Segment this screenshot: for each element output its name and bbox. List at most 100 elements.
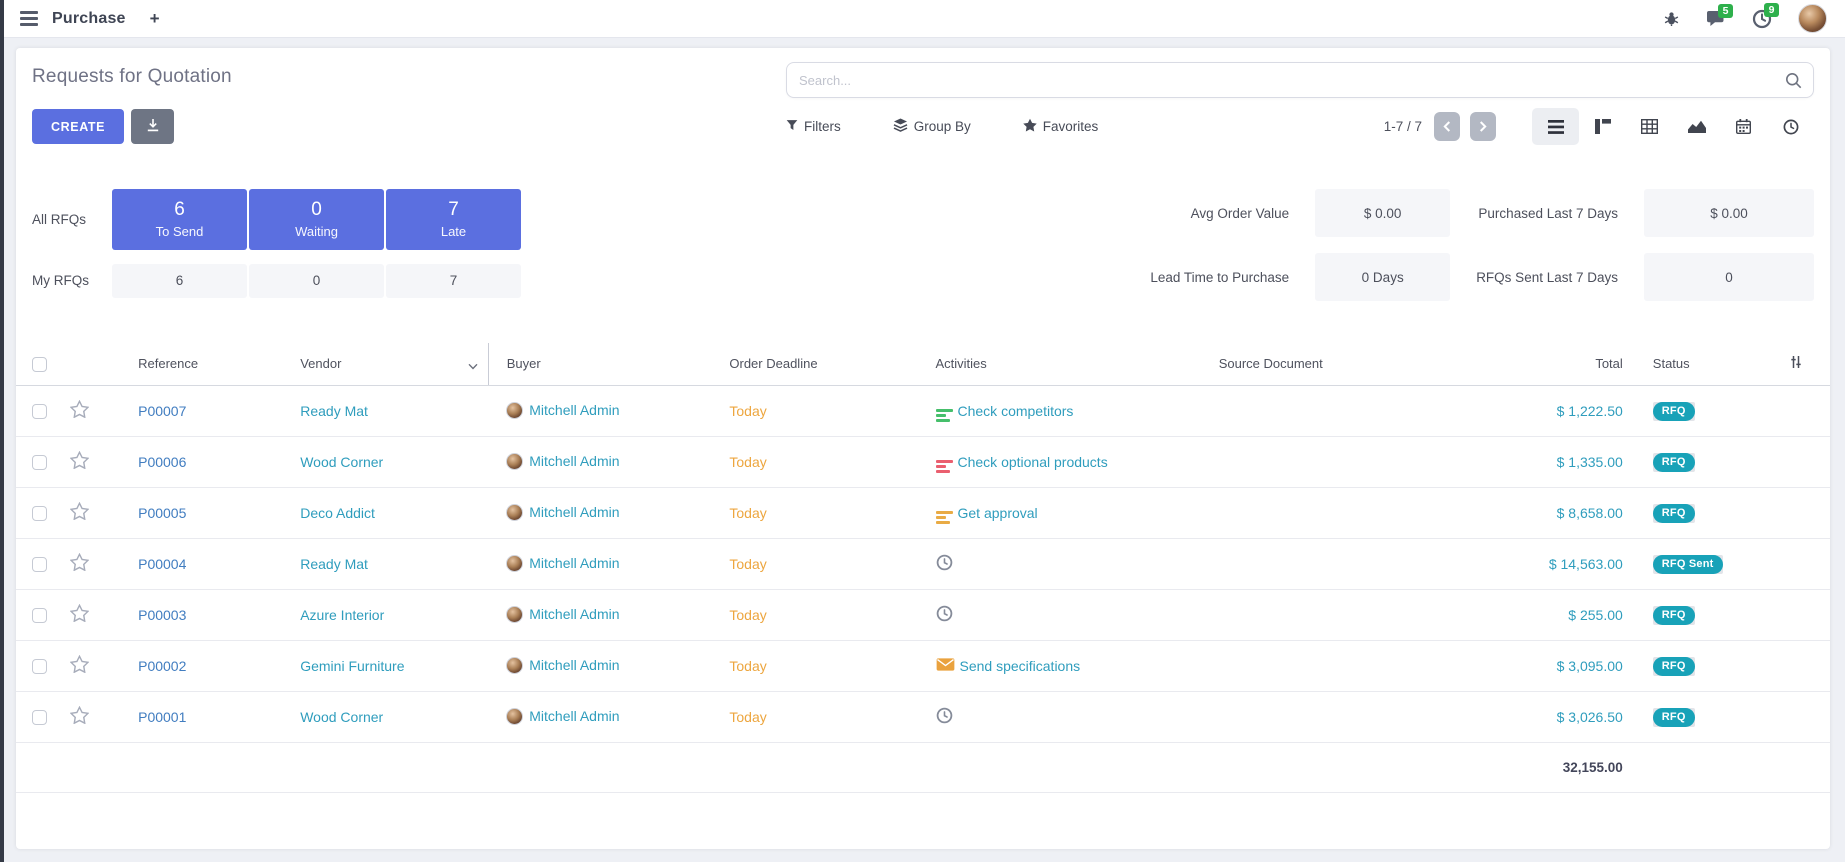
row-checkbox[interactable] xyxy=(32,506,47,521)
activity-tasks-red-icon[interactable] xyxy=(936,450,953,474)
vendor-link[interactable]: Wood Corner xyxy=(300,454,383,470)
favorite-star-icon[interactable] xyxy=(70,711,89,727)
select-all-checkbox[interactable] xyxy=(32,357,47,372)
tile-my-to-send[interactable]: 6 xyxy=(112,264,247,298)
buyer-link[interactable]: Mitchell Admin xyxy=(529,555,619,571)
buyer-link[interactable]: Mitchell Admin xyxy=(529,708,619,724)
reference-link[interactable]: P00007 xyxy=(138,403,186,419)
activity-view-button[interactable] xyxy=(1767,108,1814,145)
vendor-link[interactable]: Wood Corner xyxy=(300,709,383,725)
activity-tasks-green-icon[interactable] xyxy=(936,399,953,423)
header-buyer[interactable]: Buyer xyxy=(488,343,716,385)
apps-menu-icon[interactable] xyxy=(20,11,38,25)
buyer-link[interactable]: Mitchell Admin xyxy=(529,402,619,418)
vendor-link[interactable]: Azure Interior xyxy=(300,607,384,623)
total-amount: $ 3,095.00 xyxy=(1557,658,1623,674)
reference-link[interactable]: P00003 xyxy=(138,607,186,623)
messages-icon[interactable]: 5 xyxy=(1706,10,1726,28)
buyer-link[interactable]: Mitchell Admin xyxy=(529,606,619,622)
table-row[interactable]: P00007 Ready Mat Mitchell Admin Today Ch… xyxy=(16,385,1830,436)
row-checkbox[interactable] xyxy=(32,557,47,572)
table-row[interactable]: P00006 Wood Corner Mitchell Admin Today … xyxy=(16,436,1830,487)
row-checkbox[interactable] xyxy=(32,659,47,674)
status-badge: RFQ xyxy=(1653,402,1695,421)
user-avatar[interactable] xyxy=(1798,4,1827,33)
search-input[interactable] xyxy=(786,62,1814,98)
vendor-link[interactable]: Deco Addict xyxy=(300,505,375,521)
pivot-view-button[interactable] xyxy=(1626,108,1673,145)
favorite-star-icon[interactable] xyxy=(70,609,89,625)
vendor-link[interactable]: Ready Mat xyxy=(300,556,368,572)
add-tab-button[interactable]: + xyxy=(150,9,160,29)
list-view-button[interactable] xyxy=(1532,108,1579,145)
export-button[interactable] xyxy=(131,109,174,144)
activity-label[interactable]: Check competitors xyxy=(958,403,1074,419)
table-row[interactable]: P00001 Wood Corner Mitchell Admin Today … xyxy=(16,691,1830,742)
activity-label[interactable]: Check optional products xyxy=(958,454,1108,470)
favorite-star-icon[interactable] xyxy=(70,405,89,421)
reference-link[interactable]: P00004 xyxy=(138,556,186,572)
tile-late[interactable]: 7 Late xyxy=(386,189,521,250)
kpi-avg-order-value-label: Avg Order Value xyxy=(1150,206,1289,221)
calendar-view-button[interactable] xyxy=(1720,108,1767,145)
filters-button[interactable]: Filters xyxy=(786,119,841,134)
activities-clock-icon[interactable]: 9 xyxy=(1752,9,1772,29)
debug-bug-icon[interactable] xyxy=(1663,10,1680,27)
my-rfqs-label: My RFQs xyxy=(32,273,110,288)
row-checkbox[interactable] xyxy=(32,455,47,470)
favorite-star-icon[interactable] xyxy=(70,558,89,574)
pager-previous-button[interactable] xyxy=(1434,112,1460,141)
reference-link[interactable]: P00006 xyxy=(138,454,186,470)
table-row[interactable]: P00003 Azure Interior Mitchell Admin Tod… xyxy=(16,589,1830,640)
kanban-view-button[interactable] xyxy=(1579,108,1626,145)
create-button[interactable]: CREATE xyxy=(32,109,124,144)
buyer-avatar xyxy=(506,504,523,521)
row-checkbox[interactable] xyxy=(32,608,47,623)
header-vendor[interactable]: Vendor xyxy=(284,343,488,385)
reference-link[interactable]: P00001 xyxy=(138,709,186,725)
favorite-star-icon[interactable] xyxy=(70,456,89,472)
favorite-star-icon[interactable] xyxy=(70,507,89,523)
buyer-link[interactable]: Mitchell Admin xyxy=(529,504,619,520)
header-order-deadline[interactable]: Order Deadline xyxy=(716,343,921,385)
reference-link[interactable]: P00005 xyxy=(138,505,186,521)
activity-envelope-icon[interactable] xyxy=(936,657,955,675)
activity-clock-icon[interactable] xyxy=(936,605,953,625)
buyer-link[interactable]: Mitchell Admin xyxy=(529,657,619,673)
row-checkbox[interactable] xyxy=(32,710,47,725)
activity-tasks-yellow-icon[interactable] xyxy=(936,501,953,525)
source-document xyxy=(1177,640,1357,691)
vendor-link[interactable]: Gemini Furniture xyxy=(300,658,404,674)
tile-my-waiting[interactable]: 0 xyxy=(249,264,384,298)
search-icon[interactable] xyxy=(1785,72,1802,94)
pager-next-button[interactable] xyxy=(1470,112,1496,141)
tile-waiting[interactable]: 0 Waiting xyxy=(249,189,384,250)
tile-my-late[interactable]: 7 xyxy=(386,264,521,298)
row-checkbox[interactable] xyxy=(32,404,47,419)
header-total[interactable]: Total xyxy=(1357,343,1637,385)
activity-clock-icon[interactable] xyxy=(936,554,953,574)
vendor-link[interactable]: Ready Mat xyxy=(300,403,368,419)
header-activities[interactable]: Activities xyxy=(922,343,1177,385)
header-reference[interactable]: Reference xyxy=(114,343,284,385)
table-row[interactable]: P00002 Gemini Furniture Mitchell Admin T… xyxy=(16,640,1830,691)
group-by-button[interactable]: Group By xyxy=(893,118,971,135)
graph-view-button[interactable] xyxy=(1673,108,1720,145)
favorite-star-icon[interactable] xyxy=(70,660,89,676)
activity-clock-icon[interactable] xyxy=(936,707,953,727)
reference-link[interactable]: P00002 xyxy=(138,658,186,674)
table-row[interactable]: P00004 Ready Mat Mitchell Admin Today $ … xyxy=(16,538,1830,589)
activity-label[interactable]: Send specifications xyxy=(960,658,1081,674)
favorites-button[interactable]: Favorites xyxy=(1023,118,1099,135)
optional-columns-icon[interactable] xyxy=(1789,357,1803,372)
buyer-link[interactable]: Mitchell Admin xyxy=(529,453,619,469)
app-name[interactable]: Purchase xyxy=(52,10,126,28)
table-row[interactable]: P00005 Deco Addict Mitchell Admin Today … xyxy=(16,487,1830,538)
activity-label[interactable]: Get approval xyxy=(958,505,1038,521)
header-source-document[interactable]: Source Document xyxy=(1177,343,1357,385)
layers-icon xyxy=(893,118,908,135)
header-status[interactable]: Status xyxy=(1637,343,1762,385)
source-document xyxy=(1177,487,1357,538)
source-document xyxy=(1177,436,1357,487)
tile-to-send[interactable]: 6 To Send xyxy=(112,189,247,250)
